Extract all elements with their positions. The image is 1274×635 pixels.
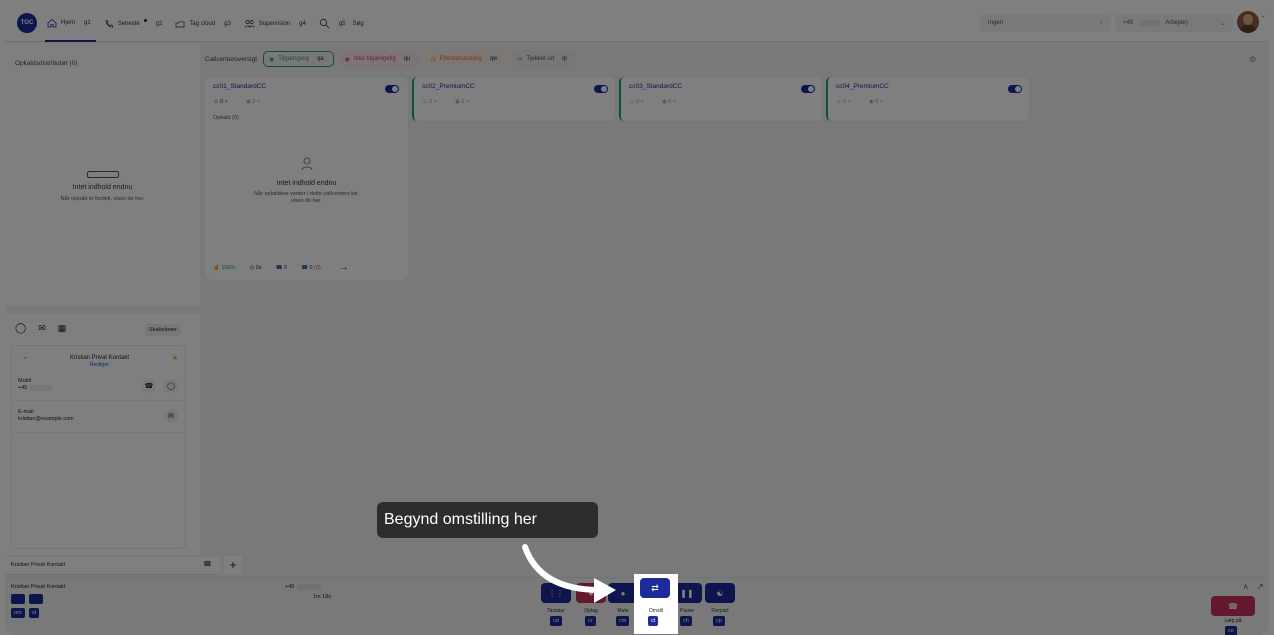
guide-tooltip: Begynd omstilling her xyxy=(377,502,598,538)
guide-arrow xyxy=(522,544,616,603)
